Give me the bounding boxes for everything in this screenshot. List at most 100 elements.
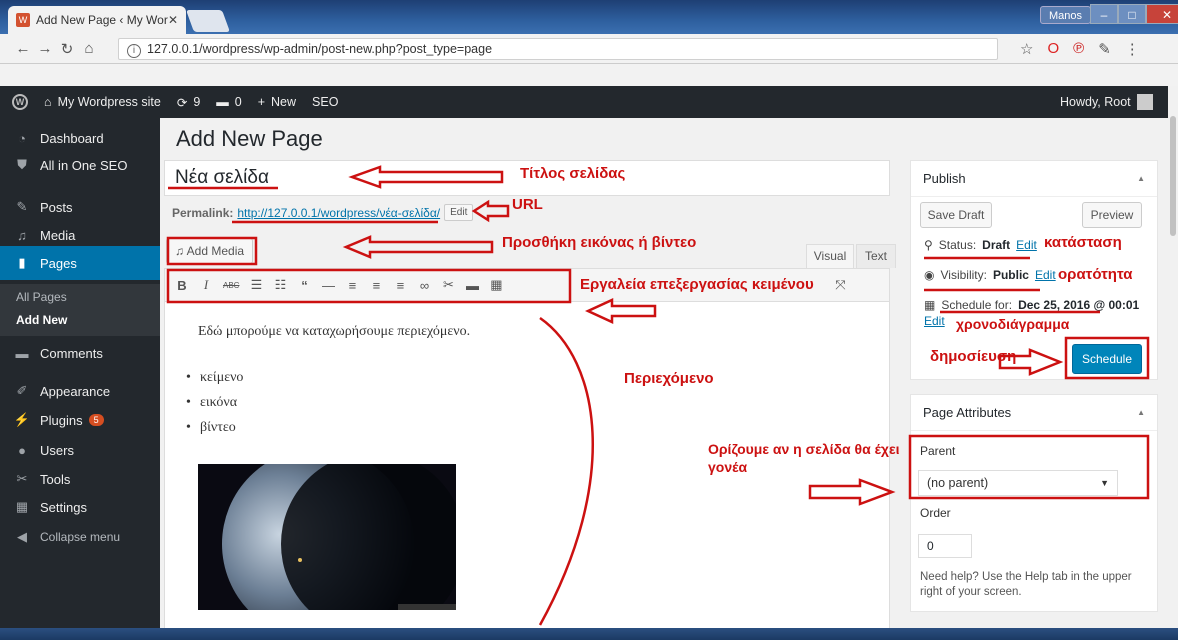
plugin-icon: ⚡: [13, 412, 31, 427]
pinterest-icon[interactable]: ℗: [1073, 40, 1084, 58]
annotation-schedule: χρονοδιάγραμμα: [956, 316, 1070, 332]
pin-icon: ✎: [16, 199, 28, 214]
home-icon[interactable]: ⌂: [78, 40, 100, 57]
toolbar-toggle-icon[interactable]: ▦: [489, 277, 503, 293]
brush-icon: ✐: [16, 383, 28, 398]
page-attributes-header[interactable]: Page Attributes ▲: [911, 395, 1157, 431]
permalink-link[interactable]: http://127.0.0.1/wordpress/νέα-σελίδα/: [237, 206, 440, 220]
sidebar-item-label: Posts: [40, 199, 73, 215]
sidebar-item-settings[interactable]: ▦ Settings: [0, 490, 160, 524]
blockquote-icon[interactable]: “: [297, 278, 311, 293]
order-input[interactable]: 0: [918, 534, 972, 558]
permalink-label: Permalink:: [172, 205, 234, 220]
reload-icon[interactable]: ↻: [56, 40, 78, 58]
forward-icon[interactable]: →: [34, 40, 56, 57]
schedule-row: ▦ Schedule for: Dec 25, 2016 @ 00:01: [924, 298, 1139, 312]
add-media-button[interactable]: ♫ Add Media: [166, 238, 254, 264]
info-icon[interactable]: i: [127, 44, 141, 58]
tab-close-icon[interactable]: ✕: [168, 13, 178, 27]
menu-icon[interactable]: ⋮: [1125, 40, 1140, 58]
strikethrough-icon[interactable]: ABC: [223, 281, 239, 290]
comments-link[interactable]: ▬ 0: [208, 95, 249, 109]
schedule-edit-link[interactable]: Edit: [924, 314, 945, 328]
wp-logo[interactable]: W: [0, 94, 36, 110]
seo-link[interactable]: SEO: [304, 95, 346, 109]
site-name-link[interactable]: ⌂ My Wordpress site: [36, 95, 169, 109]
visibility-row: ◉ Visibility: Public Edit: [924, 268, 1056, 282]
new-link[interactable]: + New: [250, 95, 304, 109]
schedule-button[interactable]: Schedule: [1072, 344, 1142, 374]
star-icon[interactable]: ☆: [1020, 40, 1033, 58]
visibility-label: Visibility:: [940, 268, 987, 282]
toggle-arrow-icon[interactable]: ▲: [1137, 161, 1145, 197]
back-icon[interactable]: ←: [12, 40, 34, 57]
new-tab-button[interactable]: [185, 10, 231, 32]
annotation-tools: Εργαλεία επεξεργασίας κειμένου: [580, 276, 814, 293]
preview-button[interactable]: Preview: [1082, 202, 1142, 228]
wordpress-logo-icon: W: [12, 94, 28, 110]
collapse-icon: ◀: [17, 529, 27, 544]
wp-admin-bar: W ⌂ My Wordpress site ⟳ 9 ▬ 0 + New SEO: [0, 86, 1178, 118]
horizontal-line-icon[interactable]: —: [321, 278, 335, 293]
align-left-icon[interactable]: ≡: [345, 278, 359, 293]
parent-select[interactable]: (no parent) ▼: [918, 470, 1118, 496]
sidebar-item-label: Appearance: [40, 383, 111, 399]
bookmarks-bar: [0, 64, 1178, 86]
sidebar-item-comments[interactable]: ▬ Comments: [0, 336, 160, 370]
comments-count: 0: [234, 95, 242, 109]
browser-tab[interactable]: W Add New Page ‹ My Wor ✕: [8, 6, 186, 34]
publish-title: Publish: [923, 171, 966, 186]
tab-title: Add New Page ‹ My Wor: [36, 13, 168, 27]
site-name: My Wordpress site: [57, 95, 161, 109]
bold-icon[interactable]: B: [175, 278, 189, 293]
link-icon[interactable]: ∞: [417, 278, 431, 293]
maximize-icon[interactable]: □: [1118, 4, 1146, 24]
media-icon: ♫: [17, 227, 27, 243]
sidebar-item-plugins[interactable]: ⚡ Plugins 5: [0, 403, 160, 437]
italic-icon[interactable]: I: [199, 277, 213, 293]
opera-icon[interactable]: O: [1047, 40, 1059, 58]
permalink-edit-button[interactable]: Edit: [444, 204, 474, 221]
updates-link[interactable]: ⟳ 9: [169, 95, 208, 110]
sidebar-item-all-in-one-seo[interactable]: ⛊ All in One SEO: [0, 148, 160, 182]
annotation-parent: Ορίζουμε αν η σελίδα θα έχει γονέα: [708, 441, 900, 475]
bullet-list-icon[interactable]: ☰: [249, 277, 263, 293]
url-text: 127.0.0.1/wordpress/wp-admin/post-new.ph…: [147, 42, 493, 56]
address-bar[interactable]: i 127.0.0.1/wordpress/wp-admin/post-new.p…: [118, 38, 998, 60]
status-edit-link[interactable]: Edit: [1016, 238, 1037, 252]
user-menu[interactable]: Howdy, Root: [1060, 94, 1153, 110]
close-window-icon[interactable]: ✕: [1146, 4, 1178, 24]
read-more-icon[interactable]: ▬: [465, 278, 479, 293]
window-controls: – □ ✕: [1090, 4, 1178, 24]
url-arrow: [471, 199, 510, 223]
publish-header[interactable]: Publish ▲: [911, 161, 1157, 197]
home-icon: ⌂: [44, 95, 52, 109]
eyedropper-icon[interactable]: ✎: [1098, 40, 1111, 58]
align-center-icon[interactable]: ≡: [369, 278, 383, 293]
collapse-menu-button[interactable]: ◀ Collapse menu: [0, 520, 160, 554]
page-scrollbar[interactable]: [1168, 86, 1178, 634]
sidebar-item-pages[interactable]: ▮ Pages: [0, 246, 160, 280]
comment-icon: ▬: [15, 345, 29, 361]
fullscreen-icon[interactable]: ⤧: [833, 277, 847, 293]
settings-icon: ▦: [15, 499, 29, 514]
planet-image: [198, 464, 456, 610]
tab-visual[interactable]: Visual: [806, 244, 854, 268]
visibility-edit-link[interactable]: Edit: [1035, 268, 1056, 282]
submenu-all-pages[interactable]: All Pages: [0, 286, 160, 308]
scrollbar-thumb[interactable]: [1170, 116, 1176, 236]
submenu-add-new[interactable]: Add New: [0, 309, 160, 331]
toggle-arrow-icon[interactable]: ▲: [1137, 395, 1145, 431]
visibility-value: Public: [992, 268, 1029, 282]
minimize-icon[interactable]: –: [1090, 4, 1118, 24]
wrench-icon: ✂: [16, 471, 28, 486]
eye-icon: ◉: [924, 268, 935, 282]
align-right-icon[interactable]: ≡: [393, 278, 407, 293]
new-label: New: [271, 95, 297, 109]
save-draft-button[interactable]: Save Draft: [920, 202, 992, 228]
unlink-icon[interactable]: ✂: [441, 277, 455, 293]
planet-svg: [222, 464, 456, 610]
updates-icon: ⟳: [176, 95, 188, 110]
numbered-list-icon[interactable]: ☷: [273, 277, 287, 293]
tab-text[interactable]: Text: [856, 244, 896, 268]
